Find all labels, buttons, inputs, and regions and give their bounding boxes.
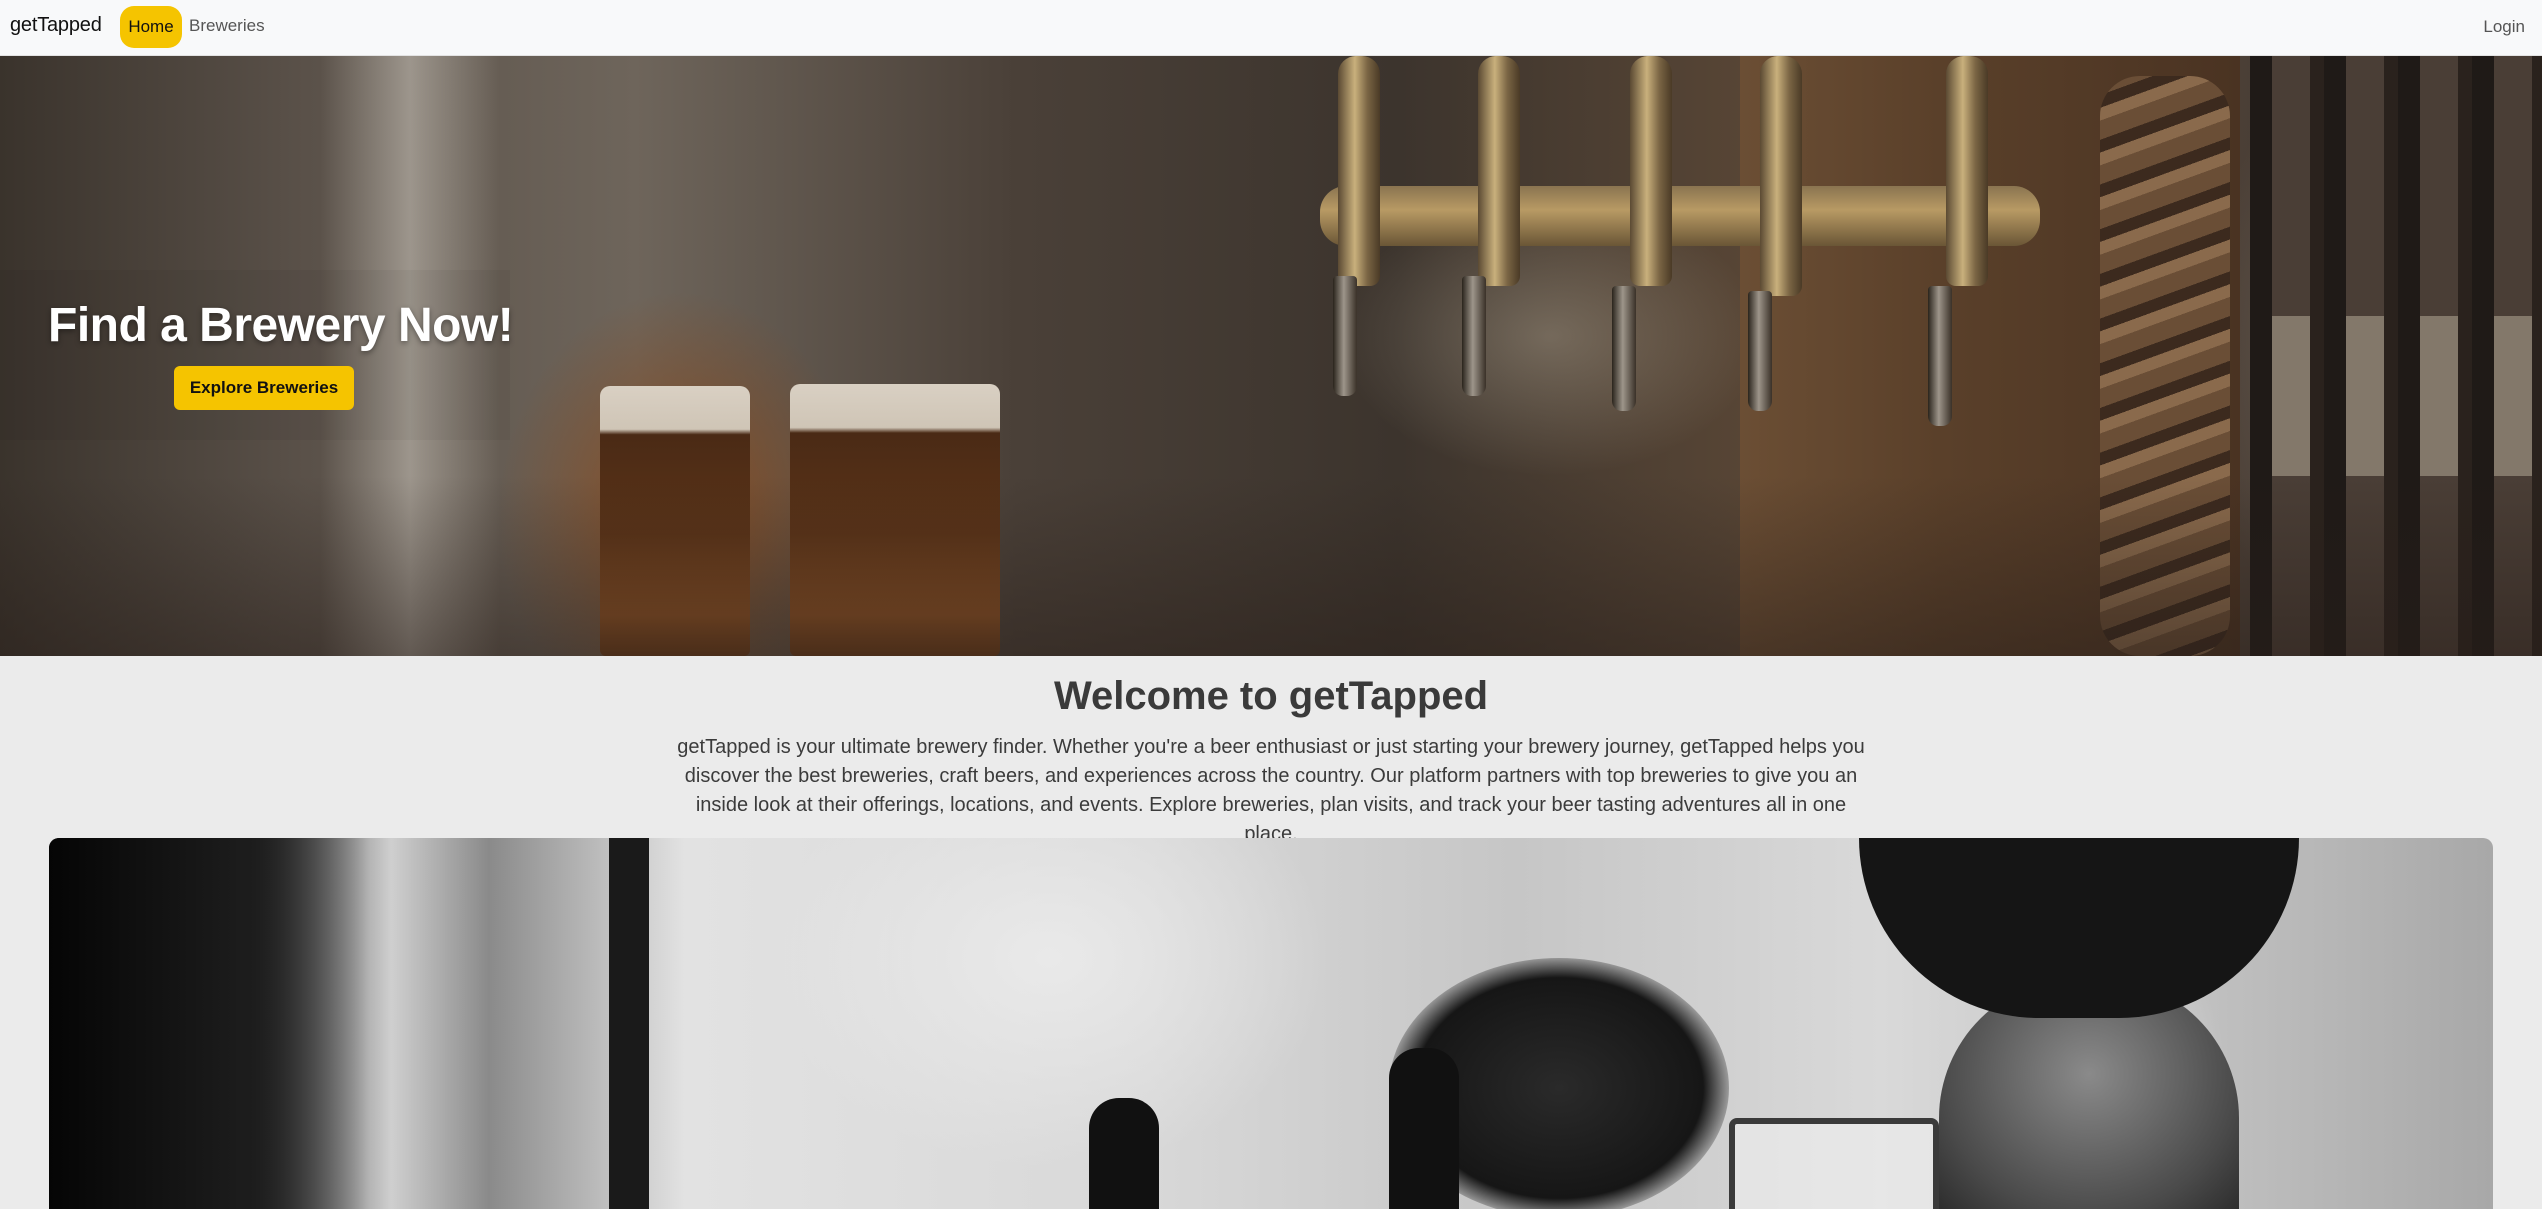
photo-beer-bottle <box>1389 1048 1459 1209</box>
explore-breweries-button[interactable]: Explore Breweries <box>174 366 354 410</box>
photo-shadow-figure <box>49 838 369 1209</box>
hero-bottle-labels <box>2250 316 2542 476</box>
photo-beer-bottle <box>1089 1098 1159 1209</box>
nav-link-breweries[interactable]: Breweries <box>189 16 265 36</box>
hero-text-panel <box>0 270 510 440</box>
beer-tap <box>1760 56 1802 296</box>
beer-tap-spout <box>1462 276 1486 396</box>
beer-tap <box>1630 56 1672 286</box>
beer-tap-spout <box>1612 286 1636 411</box>
beer-tap-spout <box>1748 291 1772 411</box>
photo-beer-glass <box>1729 1118 1939 1209</box>
photo-person-cap <box>1859 838 2299 1018</box>
beer-tap-manifold <box>1320 186 2040 246</box>
login-link[interactable]: Login <box>2483 17 2525 37</box>
nav-link-home[interactable]: Home <box>120 6 182 48</box>
beer-tap-spout <box>1333 276 1357 396</box>
beer-tap-spout <box>1928 286 1952 426</box>
photo-post <box>609 838 649 1209</box>
brand-logo[interactable]: getTapped <box>10 14 102 37</box>
welcome-photo <box>49 838 2493 1209</box>
beer-tap <box>1946 56 1988 286</box>
beer-tap <box>1338 56 1380 286</box>
welcome-title: Welcome to getTapped <box>1053 674 1489 718</box>
hero-title: Find a Brewery Now! <box>48 299 514 352</box>
hero-banner: Find a Brewery Now! Explore Breweries <box>0 56 2542 656</box>
top-navbar: getTapped Home Breweries Login <box>0 0 2542 56</box>
hero-bar-counter <box>0 476 2542 656</box>
beer-tap <box>1478 56 1520 286</box>
welcome-description: getTapped is your ultimate brewery finde… <box>677 736 1865 845</box>
